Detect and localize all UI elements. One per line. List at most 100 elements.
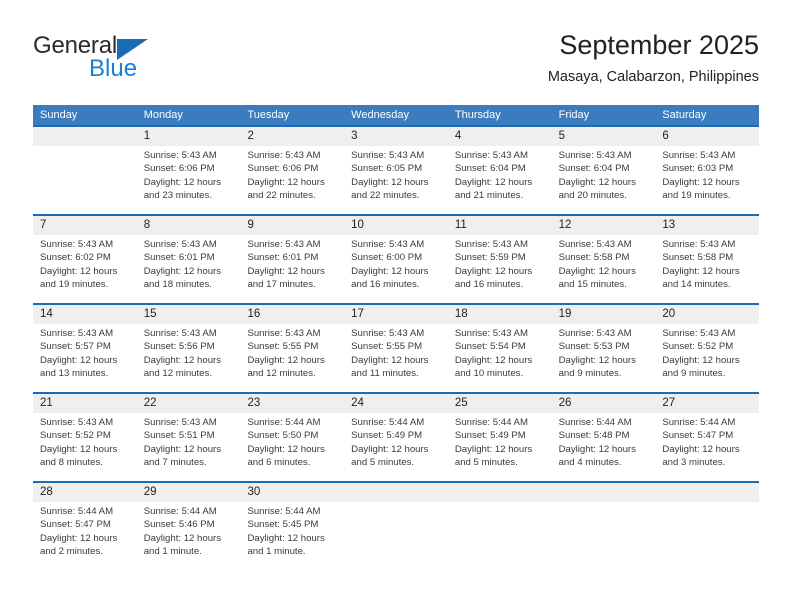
sunset-text: Sunset: 5:58 PM [662, 252, 734, 264]
sunrise-text: Sunrise: 5:44 AM [40, 506, 114, 517]
sunrise-text: Sunrise: 5:43 AM [143, 417, 217, 428]
weekday-header-row: Sunday Monday Tuesday Wednesday Thursday… [33, 105, 759, 125]
day-details: Sunrise: 5:44 AM Sunset: 5:47 PM Dayligh… [33, 502, 137, 559]
day-cell[interactable] [344, 483, 448, 567]
daylight-line1: Daylight: 12 hours [247, 354, 325, 366]
day-details: Sunrise: 5:43 AM Sunset: 6:03 PM Dayligh… [655, 146, 759, 203]
sunrise-text: Sunrise: 5:43 AM [40, 328, 114, 339]
day-cell[interactable] [551, 483, 656, 567]
daylight-line2: and 1 minute. [143, 546, 202, 558]
weekday-header-tuesday: Tuesday [247, 109, 290, 121]
daylight-line2: and 7 minutes. [143, 457, 207, 469]
daylight-line1: Daylight: 12 hours [662, 354, 740, 366]
day-cell[interactable]: 15 Sunrise: 5:43 AM Sunset: 5:56 PM Dayl… [136, 305, 241, 392]
day-cell[interactable]: 3 Sunrise: 5:43 AM Sunset: 6:05 PM Dayli… [344, 127, 448, 214]
sunset-text: Sunset: 5:51 PM [143, 430, 215, 442]
daylight-line1: Daylight: 12 hours [143, 443, 222, 455]
daylight-line1: Daylight: 12 hours [143, 176, 222, 188]
day-details: Sunrise: 5:43 AM Sunset: 5:58 PM Dayligh… [552, 235, 656, 292]
day-number [33, 127, 137, 146]
sunset-text: Sunset: 5:47 PM [662, 430, 734, 442]
daylight-line1: Daylight: 12 hours [662, 265, 740, 277]
day-cell[interactable]: 1 Sunrise: 5:43 AM Sunset: 6:06 PM Dayli… [136, 127, 241, 214]
day-cell[interactable]: 21 Sunrise: 5:43 AM Sunset: 5:52 PM Dayl… [33, 394, 137, 481]
day-details: Sunrise: 5:43 AM Sunset: 5:52 PM Dayligh… [655, 324, 759, 381]
daylight-line2: and 9 minutes. [662, 368, 726, 380]
day-cell[interactable] [447, 483, 552, 567]
day-cell[interactable]: 13 Sunrise: 5:43 AM Sunset: 5:58 PM Dayl… [655, 216, 760, 303]
day-cell[interactable]: 22 Sunrise: 5:43 AM Sunset: 5:51 PM Dayl… [136, 394, 241, 481]
day-cell[interactable]: 17 Sunrise: 5:43 AM Sunset: 5:55 PM Dayl… [344, 305, 448, 392]
day-number [447, 483, 552, 502]
day-cell[interactable]: 6 Sunrise: 5:43 AM Sunset: 6:03 PM Dayli… [655, 127, 760, 214]
day-cell[interactable]: 11 Sunrise: 5:43 AM Sunset: 5:59 PM Dayl… [447, 216, 552, 303]
daylight-line2: and 15 minutes. [558, 279, 627, 291]
daylight-line2: and 1 minute. [247, 546, 306, 558]
day-number: 8 [136, 216, 241, 235]
day-number: 19 [551, 305, 656, 324]
sunset-text: Sunset: 5:52 PM [40, 430, 111, 442]
sunset-text: Sunset: 6:01 PM [247, 252, 319, 264]
sunset-text: Sunset: 6:03 PM [662, 163, 734, 175]
sunrise-text: Sunrise: 5:43 AM [143, 328, 217, 339]
daylight-line1: Daylight: 12 hours [351, 443, 429, 455]
day-number: 14 [33, 305, 137, 324]
day-cell[interactable]: 25 Sunrise: 5:44 AM Sunset: 5:49 PM Dayl… [447, 394, 552, 481]
day-number: 20 [655, 305, 760, 324]
sunrise-text: Sunrise: 5:43 AM [558, 150, 632, 161]
day-number: 17 [344, 305, 448, 324]
day-cell[interactable]: 20 Sunrise: 5:43 AM Sunset: 5:52 PM Dayl… [655, 305, 760, 392]
day-details: Sunrise: 5:43 AM Sunset: 6:02 PM Dayligh… [33, 235, 137, 292]
day-details: Sunrise: 5:43 AM Sunset: 6:01 PM Dayligh… [137, 235, 241, 292]
day-number: 6 [655, 127, 760, 146]
day-cell[interactable]: 29 Sunrise: 5:44 AM Sunset: 5:46 PM Dayl… [136, 483, 241, 567]
day-cell[interactable]: 9 Sunrise: 5:43 AM Sunset: 6:01 PM Dayli… [240, 216, 345, 303]
daylight-line1: Daylight: 12 hours [40, 443, 118, 455]
day-cell[interactable]: 10 Sunrise: 5:43 AM Sunset: 6:00 PM Dayl… [344, 216, 448, 303]
sunrise-text: Sunrise: 5:43 AM [247, 328, 321, 339]
page-title: September 2025 [559, 30, 759, 60]
day-cell[interactable]: 8 Sunrise: 5:43 AM Sunset: 6:01 PM Dayli… [136, 216, 241, 303]
daylight-line2: and 8 minutes. [40, 457, 103, 469]
daylight-line2: and 22 minutes. [351, 190, 420, 202]
week-row: 21 Sunrise: 5:43 AM Sunset: 5:52 PM Dayl… [33, 392, 760, 481]
day-cell[interactable]: 19 Sunrise: 5:43 AM Sunset: 5:53 PM Dayl… [551, 305, 656, 392]
day-cell[interactable]: 14 Sunrise: 5:43 AM Sunset: 5:57 PM Dayl… [33, 305, 137, 392]
sunset-text: Sunset: 5:49 PM [454, 430, 526, 442]
day-cell[interactable]: 16 Sunrise: 5:43 AM Sunset: 5:55 PM Dayl… [240, 305, 345, 392]
daylight-line1: Daylight: 12 hours [454, 443, 533, 455]
day-details: Sunrise: 5:43 AM Sunset: 6:05 PM Dayligh… [344, 146, 448, 203]
day-number: 18 [447, 305, 552, 324]
day-cell[interactable]: 18 Sunrise: 5:43 AM Sunset: 5:54 PM Dayl… [447, 305, 552, 392]
sunset-text: Sunset: 6:00 PM [351, 252, 423, 264]
day-number: 4 [447, 127, 552, 146]
day-cell[interactable]: 26 Sunrise: 5:44 AM Sunset: 5:48 PM Dayl… [551, 394, 656, 481]
sunset-text: Sunset: 5:49 PM [351, 430, 423, 442]
day-cell[interactable]: 23 Sunrise: 5:44 AM Sunset: 5:50 PM Dayl… [240, 394, 345, 481]
day-cell[interactable]: 2 Sunrise: 5:43 AM Sunset: 6:06 PM Dayli… [240, 127, 345, 214]
week-row: 1 Sunrise: 5:43 AM Sunset: 6:06 PM Dayli… [33, 125, 760, 214]
day-cell[interactable]: 24 Sunrise: 5:44 AM Sunset: 5:49 PM Dayl… [344, 394, 448, 481]
day-cell[interactable]: 5 Sunrise: 5:43 AM Sunset: 6:04 PM Dayli… [551, 127, 656, 214]
daylight-line1: Daylight: 12 hours [558, 443, 636, 455]
sunset-text: Sunset: 6:04 PM [454, 163, 526, 175]
title-block: September 2025 Masaya, Calabarzon, Phili… [548, 28, 759, 88]
sunset-text: Sunset: 5:56 PM [143, 341, 215, 353]
day-cell[interactable]: 4 Sunrise: 5:43 AM Sunset: 6:04 PM Dayli… [447, 127, 552, 214]
day-cell[interactable] [33, 127, 137, 214]
daylight-line1: Daylight: 12 hours [247, 265, 325, 277]
day-cell[interactable]: 7 Sunrise: 5:43 AM Sunset: 6:02 PM Dayli… [33, 216, 137, 303]
day-number [344, 483, 448, 502]
day-cell[interactable]: 27 Sunrise: 5:44 AM Sunset: 5:47 PM Dayl… [655, 394, 760, 481]
daylight-line1: Daylight: 12 hours [143, 354, 222, 366]
day-cell[interactable]: 30 Sunrise: 5:44 AM Sunset: 5:45 PM Dayl… [240, 483, 345, 567]
day-details: Sunrise: 5:43 AM Sunset: 5:59 PM Dayligh… [448, 235, 552, 292]
day-cell[interactable]: 12 Sunrise: 5:43 AM Sunset: 5:58 PM Dayl… [551, 216, 656, 303]
day-number: 27 [655, 394, 760, 413]
daylight-line2: and 22 minutes. [247, 190, 316, 202]
day-cell[interactable] [655, 483, 760, 567]
day-cell[interactable]: 28 Sunrise: 5:44 AM Sunset: 5:47 PM Dayl… [33, 483, 137, 567]
daylight-line1: Daylight: 12 hours [351, 354, 429, 366]
calendar-page: General Blue September 2025 Masaya, Cala… [0, 0, 792, 612]
day-number: 22 [136, 394, 241, 413]
